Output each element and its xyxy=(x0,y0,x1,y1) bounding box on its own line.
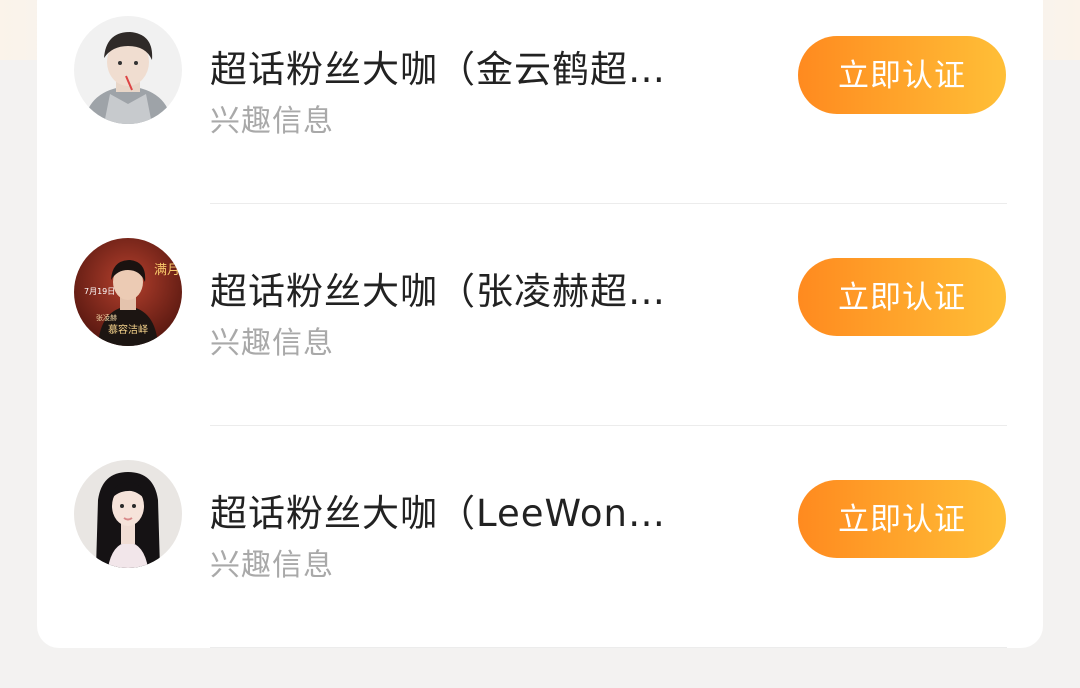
item-subtitle: 兴趣信息 xyxy=(210,326,334,361)
verify-button[interactable]: 立即认证 xyxy=(798,480,1006,558)
divider xyxy=(210,203,1007,204)
item-title: 超话粉丝大咖（张凌赫超… xyxy=(210,270,666,313)
person-avatar-icon xyxy=(74,16,182,124)
drama-poster-avatar-icon: 7月19日 张凌赫 慕容洁峄 满月 xyxy=(74,238,182,346)
avatar[interactable] xyxy=(74,16,182,124)
list-item: 超话粉丝大咖（金云鹤超… 兴趣信息 立即认证 xyxy=(37,0,1043,222)
avatar[interactable] xyxy=(74,460,182,568)
verify-button[interactable]: 立即认证 xyxy=(798,36,1006,114)
list-item: 超话粉丝大咖（LeeWon… 兴趣信息 立即认证 xyxy=(37,444,1043,666)
list-item: 7月19日 张凌赫 慕容洁峄 满月 超话粉丝大咖（张凌赫超… 兴趣信息 立即认证 xyxy=(37,222,1043,444)
certification-card: 超话粉丝大咖（金云鹤超… 兴趣信息 立即认证 7月19日 张凌赫 慕容洁峄 满月… xyxy=(37,0,1043,648)
poster-side-text: 满月 xyxy=(154,263,180,278)
poster-role-text: 慕容洁峄 xyxy=(108,323,148,336)
item-title: 超话粉丝大咖（金云鹤超… xyxy=(210,48,666,91)
item-title: 超话粉丝大咖（LeeWon… xyxy=(210,492,666,535)
item-subtitle: 兴趣信息 xyxy=(210,548,334,583)
divider xyxy=(210,647,1007,648)
verify-button[interactable]: 立即认证 xyxy=(798,258,1006,336)
poster-date-text: 7月19日 xyxy=(84,287,115,296)
item-subtitle: 兴趣信息 xyxy=(210,104,334,139)
poster-name-text: 张凌赫 xyxy=(96,313,117,322)
divider xyxy=(210,425,1007,426)
avatar[interactable]: 7月19日 张凌赫 慕容洁峄 满月 xyxy=(74,238,182,346)
person-avatar-icon xyxy=(74,460,182,568)
